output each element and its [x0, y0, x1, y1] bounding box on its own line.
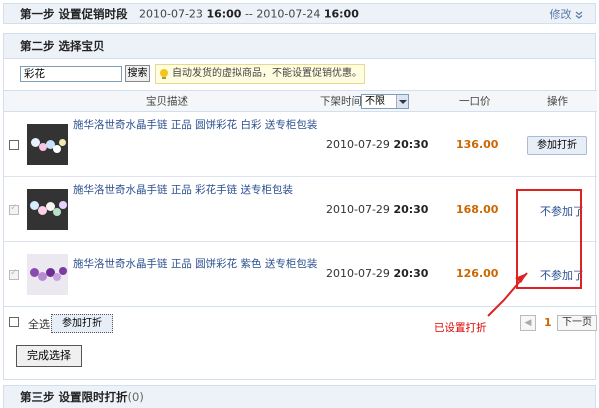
batch-join-discount-button[interactable]: 参加打折	[51, 314, 113, 333]
product-price: 136.00	[456, 138, 499, 151]
row-checkbox	[9, 268, 19, 280]
step2-title: 第二步 选择宝贝	[20, 39, 105, 53]
step3-count: (0)	[127, 390, 144, 404]
product-thumbnail[interactable]	[27, 254, 68, 295]
chevron-down-double-icon	[575, 11, 583, 19]
product-title-link[interactable]: 施华洛世奇水晶手链 正品 圆饼彩花 紫色 送专柜包装	[73, 256, 317, 271]
step2-content: 彩花 搜索 自动发货的虚拟商品，不能设置促销优惠。 宝贝描述 下架时间 不限 一…	[3, 59, 597, 380]
row-checkbox	[9, 203, 19, 215]
complete-selection-button[interactable]: 完成选择	[16, 345, 82, 367]
pager-current-page[interactable]: 1	[544, 316, 552, 329]
listing-date: 2010-07-29	[326, 267, 390, 280]
lightbulb-icon	[160, 69, 168, 79]
step1-title: 第一步 设置促销时段	[20, 6, 128, 21]
listing-clock: 20:30	[393, 267, 429, 280]
product-price: 126.00	[456, 267, 499, 280]
listing-time: 2010-07-29 20:30	[326, 203, 428, 216]
table-header: 宝贝描述 下架时间 不限 一口价 操作	[4, 90, 597, 112]
listing-time: 2010-07-29 20:30	[326, 267, 428, 280]
start-date: 2010-07-23	[139, 7, 203, 20]
header-action: 操作	[547, 95, 568, 108]
end-time: 16:00	[323, 7, 359, 20]
product-price: 168.00	[456, 203, 499, 216]
annotation-label: 已设置打折	[434, 322, 487, 334]
search-input[interactable]: 彩花	[20, 66, 122, 82]
step2-bar: 第二步 选择宝贝	[3, 33, 596, 59]
step1-period: 2010-07-23 16:00 -- 2010-07-24 16:00	[139, 7, 359, 20]
header-description: 宝贝描述	[146, 95, 188, 108]
step3-title-text: 第三步 设置限时打折	[20, 390, 128, 404]
virtual-goods-tip: 自动发货的虚拟商品，不能设置促销优惠。	[155, 64, 365, 84]
end-date: 2010-07-24	[256, 7, 321, 20]
listing-filter-value: 不限	[365, 96, 385, 107]
modify-link[interactable]: 修改	[550, 6, 584, 22]
dropdown-arrow-icon	[396, 95, 408, 108]
step3-title: 第三步 设置限时打折(0)	[20, 389, 144, 405]
modify-label: 修改	[549, 7, 572, 21]
header-listing-time: 下架时间	[320, 95, 362, 108]
table-row: 施华洛世奇水晶手链 正品 圆饼彩花 紫色 送专柜包装 2010-07-29 20…	[4, 243, 597, 307]
step3-bar: 第三步 设置限时打折(0)	[3, 385, 596, 408]
table-row: 施华洛世奇水晶手链 正品 彩花手链 送专柜包装 2010-07-29 20:30…	[4, 178, 597, 242]
start-time: 16:00	[206, 7, 242, 20]
product-title-link[interactable]: 施华洛世奇水晶手链 正品 圆饼彩花 白彩 送专柜包装	[73, 117, 317, 132]
product-thumbnail[interactable]	[27, 189, 68, 230]
table-footer: 全选 参加打折 已设置打折 ◀ 1 下一页	[4, 311, 597, 335]
table-row: 施华洛世奇水晶手链 正品 圆饼彩花 白彩 送专柜包装 2010-07-29 20…	[4, 113, 597, 177]
row-checkbox[interactable]	[9, 140, 19, 150]
annotation-highlight-box	[516, 189, 582, 289]
listing-time: 2010-07-29 20:30	[326, 138, 428, 151]
select-all-checkbox[interactable]	[9, 317, 19, 327]
tip-text: 自动发货的虚拟商品，不能设置促销优惠。	[172, 68, 362, 79]
join-discount-button[interactable]: 参加打折	[527, 136, 587, 155]
listing-clock: 20:30	[393, 203, 429, 216]
product-thumbnail[interactable]	[27, 124, 68, 165]
pager-next-button[interactable]: 下一页	[557, 315, 597, 331]
listing-date: 2010-07-29	[326, 203, 390, 216]
listing-date: 2010-07-29	[326, 138, 390, 151]
listing-clock: 20:30	[393, 138, 429, 151]
pager-prev-button[interactable]: ◀	[520, 315, 536, 331]
header-price: 一口价	[459, 95, 491, 108]
select-all-label[interactable]: 全选	[28, 316, 50, 332]
period-separator: --	[244, 7, 253, 20]
step1-bar: 第一步 设置促销时段 2010-07-23 16:00 -- 2010-07-2…	[3, 3, 596, 24]
search-button[interactable]: 搜索	[125, 65, 150, 82]
listing-time-filter-select[interactable]: 不限	[361, 94, 409, 109]
product-title-link[interactable]: 施华洛世奇水晶手链 正品 彩花手链 送专柜包装	[73, 182, 293, 197]
